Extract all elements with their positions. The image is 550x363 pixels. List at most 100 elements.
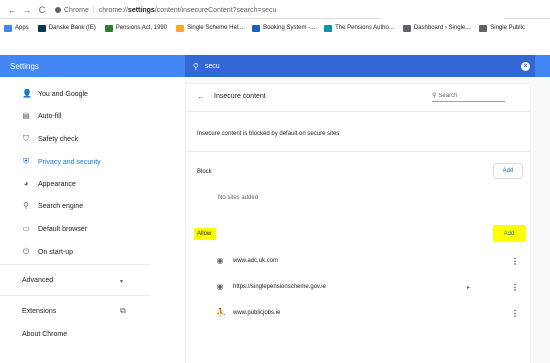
address-bar[interactable]: Chrome | chrome://settings/content/insec…: [55, 3, 276, 17]
toolbar-divider: [0, 18, 380, 19]
sidebar-item-appearance[interactable]: ◕ Appearance: [0, 177, 150, 191]
sidebar-item-extensions[interactable]: Extensions: [22, 308, 56, 315]
sidebar-item-label: You and Google: [38, 90, 88, 98]
sidebar-divider: [0, 295, 150, 296]
shield-icon: ⛉: [23, 134, 29, 143]
sidebar-item-label: Safety check: [38, 135, 79, 143]
sidebar-item-label: Appearance: [38, 180, 76, 188]
settings-title: Settings: [10, 61, 39, 71]
settings-header: Settings ⚲ ×: [0, 55, 550, 77]
clear-search-icon[interactable]: ×: [521, 61, 530, 71]
sidebar-item-label: Search engine: [38, 202, 84, 210]
chevron-down-icon[interactable]: ▾: [120, 278, 123, 285]
bookmark-label: Single Public: [490, 25, 525, 31]
more-actions-icon[interactable]: ⋮: [511, 283, 519, 292]
back-arrow-icon[interactable]: ←: [6, 4, 18, 16]
bookmark-item[interactable]: Single Public: [479, 24, 525, 32]
search-icon: ⚲: [23, 201, 29, 210]
clipboard-icon: ▤: [22, 111, 30, 120]
globe-icon: ◉: [216, 256, 224, 265]
chrome-site-icon: [55, 7, 61, 13]
sidebar-divider: [0, 264, 150, 265]
bookmark-icon: [252, 24, 261, 32]
chevron-right-icon[interactable]: ▸: [467, 284, 470, 291]
back-arrow-icon[interactable]: ←: [197, 92, 205, 101]
sidebar-item-you-and-google[interactable]: 👤 You and Google: [0, 87, 150, 101]
search-icon: ⚲: [432, 93, 437, 99]
url-text[interactable]: chrome://settings/content/insecureConten…: [99, 7, 277, 14]
bookmark-icon: [37, 24, 46, 32]
bookmark-item[interactable]: Pensions Act, 1990: [104, 24, 168, 32]
page-title: Insecure content: [214, 93, 266, 100]
sidebar-item-label: Auto-fill: [38, 112, 62, 120]
bookmark-item[interactable]: Apps: [4, 24, 29, 32]
site-search[interactable]: ⚲: [432, 92, 505, 102]
description-text: Insecure content is blocked by default o…: [197, 131, 340, 137]
bookmark-label: The Pensions Autho...: [335, 25, 394, 31]
no-sites-text: No sites added: [218, 195, 259, 201]
card-divider: [186, 151, 530, 152]
bookmark-item[interactable]: Danske Bank (IE): [37, 24, 96, 32]
forward-arrow-icon[interactable]: →: [21, 4, 33, 16]
bookmark-label: Danske Bank (IE): [48, 25, 96, 31]
bookmark-item[interactable]: The Pensions Autho...: [324, 24, 394, 32]
allow-section-label: Allow: [197, 231, 212, 237]
palette-icon: ◕: [23, 179, 29, 188]
block-section-label: Block: [197, 169, 212, 175]
shield-lock-icon: ⛨: [23, 157, 29, 166]
toolbar-divider-right: [505, 18, 550, 19]
list-item[interactable]: ◉ www.adc.uk.com ⋮: [186, 248, 530, 274]
sidebar-item-label: Default browser: [38, 225, 88, 233]
site-url: www.adc.uk.com: [233, 258, 279, 264]
bookmark-icon: [4, 24, 12, 32]
search-icon: ⚲: [193, 61, 199, 71]
sidebar-item-label: On start-up: [38, 248, 74, 256]
bookmark-icon: [104, 24, 113, 32]
sidebar-item-search-engine[interactable]: ⚲ Search engine: [0, 199, 150, 213]
bookmark-icon: [324, 24, 333, 32]
bookmark-label: Booking System -...: [263, 25, 316, 31]
bookmark-icon: [479, 24, 488, 32]
more-actions-icon[interactable]: ⋮: [511, 257, 519, 266]
sidebar-item-about[interactable]: About Chrome: [22, 331, 67, 338]
bookmark-item[interactable]: Booking System -...: [252, 24, 316, 32]
site-url: www.publicjobs.ie: [233, 310, 281, 316]
reload-icon[interactable]: C: [36, 4, 48, 16]
bookmark-item[interactable]: Dashboard › Single...: [402, 24, 470, 32]
url-separator: |: [92, 6, 95, 14]
bookmark-label: Pensions Act, 1990: [115, 25, 168, 31]
sidebar-item-safety-check[interactable]: ⛉ Safety check: [0, 132, 150, 146]
bookmark-icon: [176, 24, 185, 32]
person-icon: 👤: [22, 89, 32, 98]
list-item[interactable]: ◉ https://singlepensionscheme.gov.ie ▸ ⋮: [186, 274, 530, 300]
site-search-input[interactable]: [438, 92, 499, 99]
sidebar-item-default-browser[interactable]: ▭ Default browser: [0, 222, 150, 236]
sidebar-item-advanced[interactable]: Advanced: [22, 277, 53, 284]
url-prefix: chrome://: [98, 6, 128, 14]
add-allow-button[interactable]: Add: [494, 226, 524, 242]
site-url: https://singlepensionscheme.gov.ie: [233, 284, 326, 290]
bookmark-label: Apps: [15, 25, 29, 31]
sidebar-item-privacy-and-security[interactable]: ⛨ Privacy and security: [0, 155, 150, 169]
globe-icon: ◉: [216, 282, 224, 291]
list-item[interactable]: ⛹ www.publicjobs.ie ⋮: [186, 300, 530, 326]
browser-toolbar: ← → C Chrome | chrome://settings/content…: [0, 0, 550, 20]
settings-sidebar: Advanced ▾ Extensions ⧉ About Chrome 👤 Yo…: [0, 77, 185, 363]
browser-icon: ▭: [22, 224, 30, 233]
power-icon: ⏻: [22, 247, 30, 256]
url-host: settings: [127, 6, 155, 14]
settings-search[interactable]: ⚲ ×: [185, 55, 535, 77]
bookmark-label: Single Scheme Hel...: [187, 25, 244, 31]
bookmark-item[interactable]: Single Scheme Hel...: [176, 24, 244, 32]
url-path: /content/insecureContent?search=secu: [154, 6, 277, 14]
open-in-new-icon[interactable]: ⧉: [120, 306, 126, 316]
sidebar-item-auto-fill[interactable]: ▤ Auto-fill: [0, 109, 150, 123]
settings-search-input[interactable]: [204, 62, 521, 70]
more-actions-icon[interactable]: ⋮: [511, 309, 519, 318]
site-name: Chrome: [64, 6, 89, 14]
publicjobs-icon: ⛹: [216, 308, 226, 317]
sidebar-item-on-start-up[interactable]: ⏻ On start-up: [0, 245, 150, 259]
add-block-button[interactable]: Add: [493, 163, 523, 179]
bookmark-icon: [402, 24, 411, 32]
card-divider: [186, 111, 530, 112]
